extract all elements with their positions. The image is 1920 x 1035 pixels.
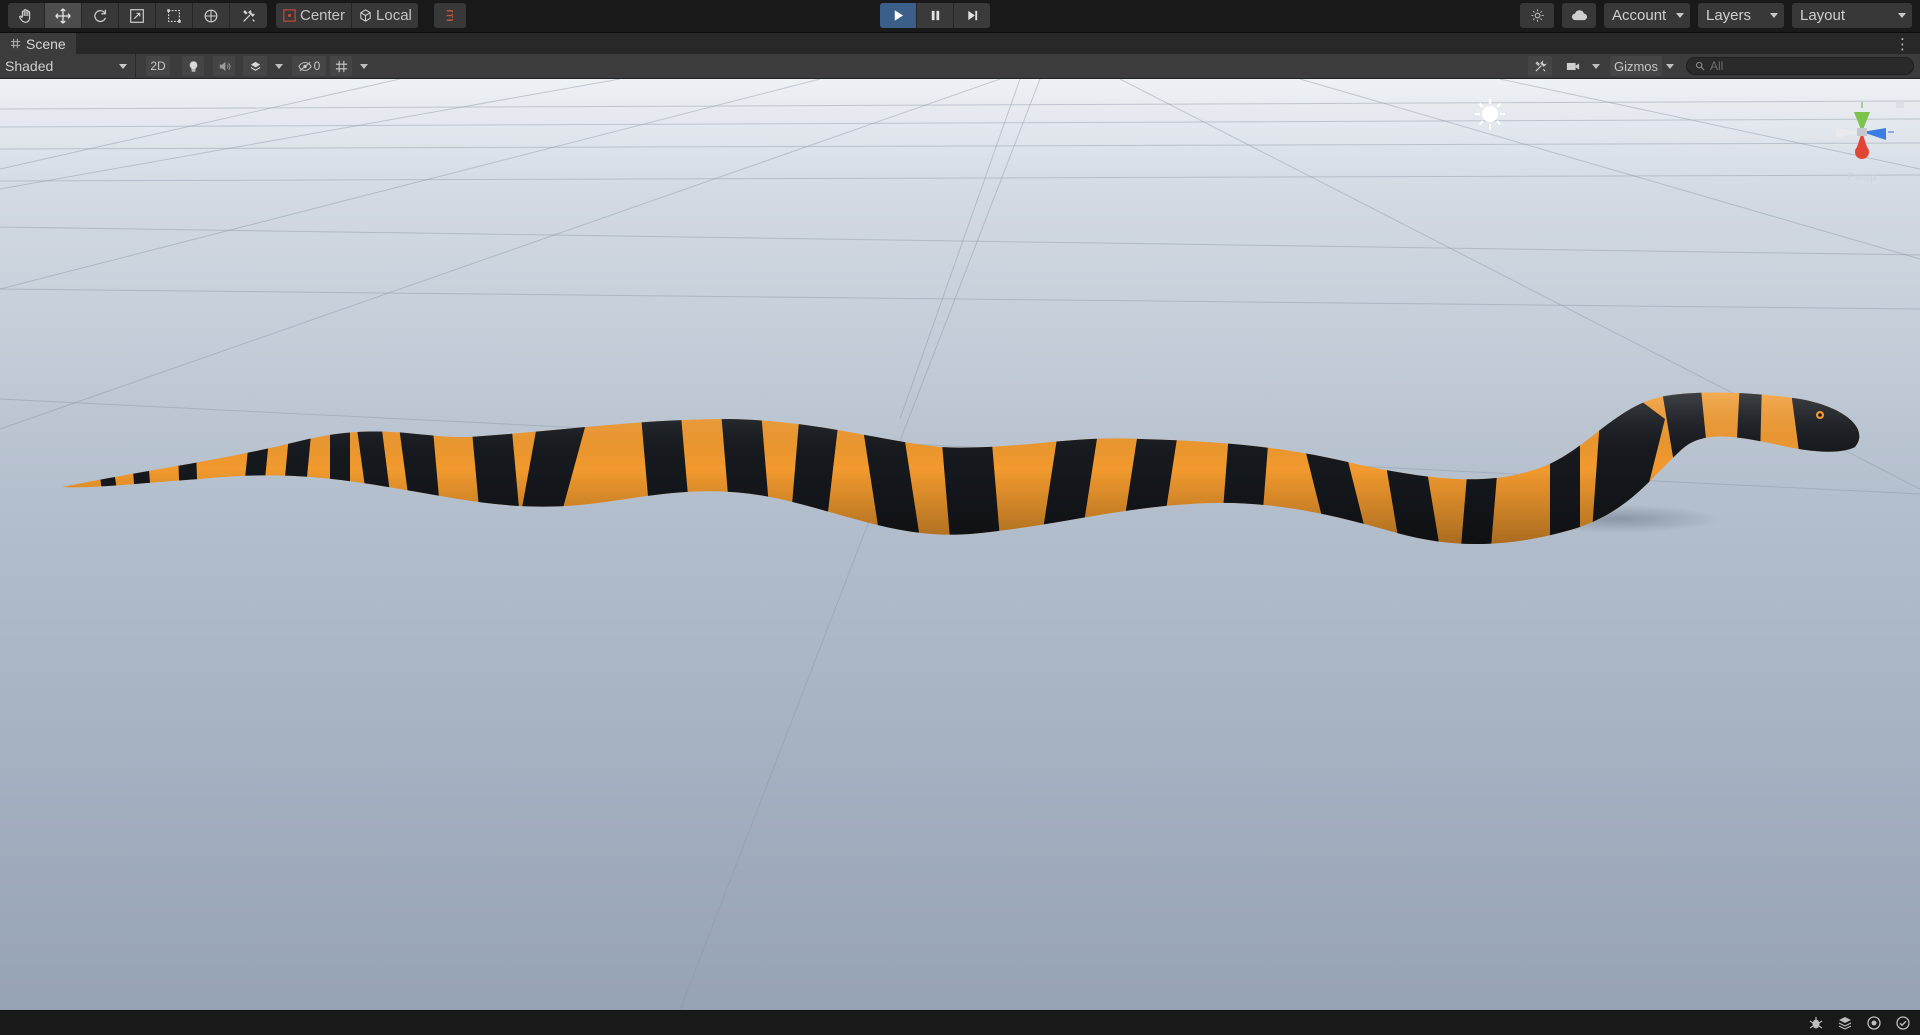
layers-label: Layers — [1706, 7, 1752, 24]
cloud-button[interactable] — [1562, 3, 1596, 28]
scale-icon — [130, 8, 144, 23]
hand-tool-button[interactable] — [8, 3, 45, 28]
gizmos-chevron-down-icon[interactable] — [1666, 64, 1674, 69]
pivot-center-label: Center — [300, 7, 346, 24]
custom-tool-button[interactable] — [230, 3, 267, 28]
toolbar-right: Account Layers Layout — [1520, 3, 1912, 28]
transform-icon — [204, 9, 218, 22]
unity-editor: Center Local Account Layers Layout Scene… — [0, 0, 1920, 1035]
scene-view-toolbar: Shaded 2D 0 Gizmos — [0, 54, 1920, 79]
rotate-tool-button[interactable] — [82, 3, 119, 28]
pause-icon — [931, 10, 939, 21]
progress-settings-icon[interactable] — [1866, 1015, 1883, 1032]
scale-tool-button[interactable] — [119, 3, 156, 28]
layout-dropdown[interactable]: Layout — [1792, 3, 1912, 28]
account-label: Account — [1612, 7, 1667, 24]
check-circle-icon[interactable] — [1895, 1015, 1912, 1032]
cloud-icon — [1571, 10, 1587, 21]
camera-chevron-down-icon[interactable] — [1592, 64, 1600, 69]
chevron-down-icon — [1676, 13, 1684, 18]
services-button[interactable] — [1520, 3, 1554, 28]
audio-toggle[interactable] — [213, 56, 235, 76]
tab-scene-label: Scene — [26, 35, 66, 52]
tools-icon — [242, 9, 255, 22]
pivot-local-label: Local — [376, 7, 412, 24]
scene-floor — [0, 79, 1920, 1010]
tools-icon — [1534, 59, 1547, 72]
toggle-2d-label: 2D — [150, 59, 166, 73]
scene-search-field[interactable] — [1686, 57, 1914, 75]
local-space-icon — [360, 9, 371, 22]
scene-tools-button[interactable] — [1528, 56, 1552, 76]
pause-button[interactable] — [917, 3, 953, 28]
snap-icon — [446, 10, 453, 21]
grid-toggle[interactable] — [330, 56, 352, 76]
move-tool-button[interactable] — [45, 3, 82, 28]
gizmo-projection-label[interactable]: Persp — [1848, 171, 1877, 183]
camera-settings-button[interactable] — [1558, 56, 1588, 76]
cache-server-icon[interactable] — [1837, 1015, 1854, 1032]
speaker-icon — [219, 61, 230, 71]
pivot-local-button[interactable]: Local — [351, 3, 418, 28]
step-icon — [967, 10, 977, 21]
more-options-icon[interactable]: ⋮ — [1895, 35, 1910, 53]
grid-icon — [335, 60, 347, 72]
gizmos-toggle[interactable]: Gizmos — [1610, 56, 1662, 76]
playmode-controls — [880, 3, 990, 28]
scene-canvas[interactable]: Persp — [0, 79, 1920, 1010]
gizmos-label: Gizmos — [1613, 58, 1659, 74]
chevron-down-icon — [1898, 13, 1906, 18]
transform-tools — [8, 3, 267, 28]
pivot-center-button[interactable]: Center — [276, 3, 351, 28]
layout-label: Layout — [1800, 7, 1846, 24]
lock-icon[interactable] — [1896, 100, 1904, 108]
lightbulb-icon — [189, 60, 197, 72]
transform-tool-button[interactable] — [193, 3, 230, 28]
scene-visibility-toggle[interactable]: 0 — [292, 56, 326, 76]
scene-search-input[interactable] — [1710, 59, 1890, 73]
effects-chevron-down-icon[interactable] — [275, 64, 283, 69]
eye-hidden-icon — [297, 61, 312, 71]
hand-icon — [19, 8, 31, 23]
main-toolbar: Center Local Account Layers Layout — [0, 0, 1920, 33]
hidden-count: 0 — [313, 59, 321, 73]
account-dropdown[interactable]: Account — [1604, 3, 1690, 28]
search-icon — [1695, 61, 1705, 71]
debug-icon[interactable] — [1808, 1015, 1825, 1032]
draw-mode-dropdown[interactable]: Shaded — [0, 54, 136, 78]
play-button[interactable] — [880, 3, 916, 28]
scene-grid-icon — [10, 38, 21, 49]
toggle-2d-button[interactable]: 2D — [146, 56, 170, 76]
pivot-center-icon — [283, 9, 296, 22]
chevron-down-icon — [1770, 13, 1778, 18]
scene-viewport[interactable]: Persp — [0, 79, 1920, 1010]
grid-chevron-down-icon[interactable] — [360, 64, 368, 69]
layers-stack-icon — [250, 61, 260, 71]
rotate-icon — [94, 9, 107, 22]
camera-icon — [1566, 62, 1580, 70]
step-button[interactable] — [954, 3, 990, 28]
rect-transform-icon — [167, 8, 181, 23]
rect-tool-button[interactable] — [156, 3, 193, 28]
directional-light-icon[interactable] — [1475, 99, 1505, 129]
move-icon — [55, 7, 71, 24]
grid-snap-button[interactable] — [434, 3, 466, 28]
services-icon — [1530, 9, 1544, 22]
pivot-toggles: Center Local — [276, 3, 418, 28]
tab-scene[interactable]: Scene — [0, 33, 76, 54]
effects-toggle[interactable] — [243, 56, 267, 76]
chevron-down-icon — [119, 64, 127, 69]
play-icon — [894, 10, 903, 21]
layers-dropdown[interactable]: Layers — [1698, 3, 1784, 28]
lighting-toggle[interactable] — [182, 56, 204, 76]
scene-tab-bar: Scene ⋮ — [0, 33, 1920, 54]
status-icons — [1808, 1015, 1912, 1032]
status-bar — [0, 1010, 1920, 1035]
draw-mode-label: Shaded — [5, 58, 54, 74]
